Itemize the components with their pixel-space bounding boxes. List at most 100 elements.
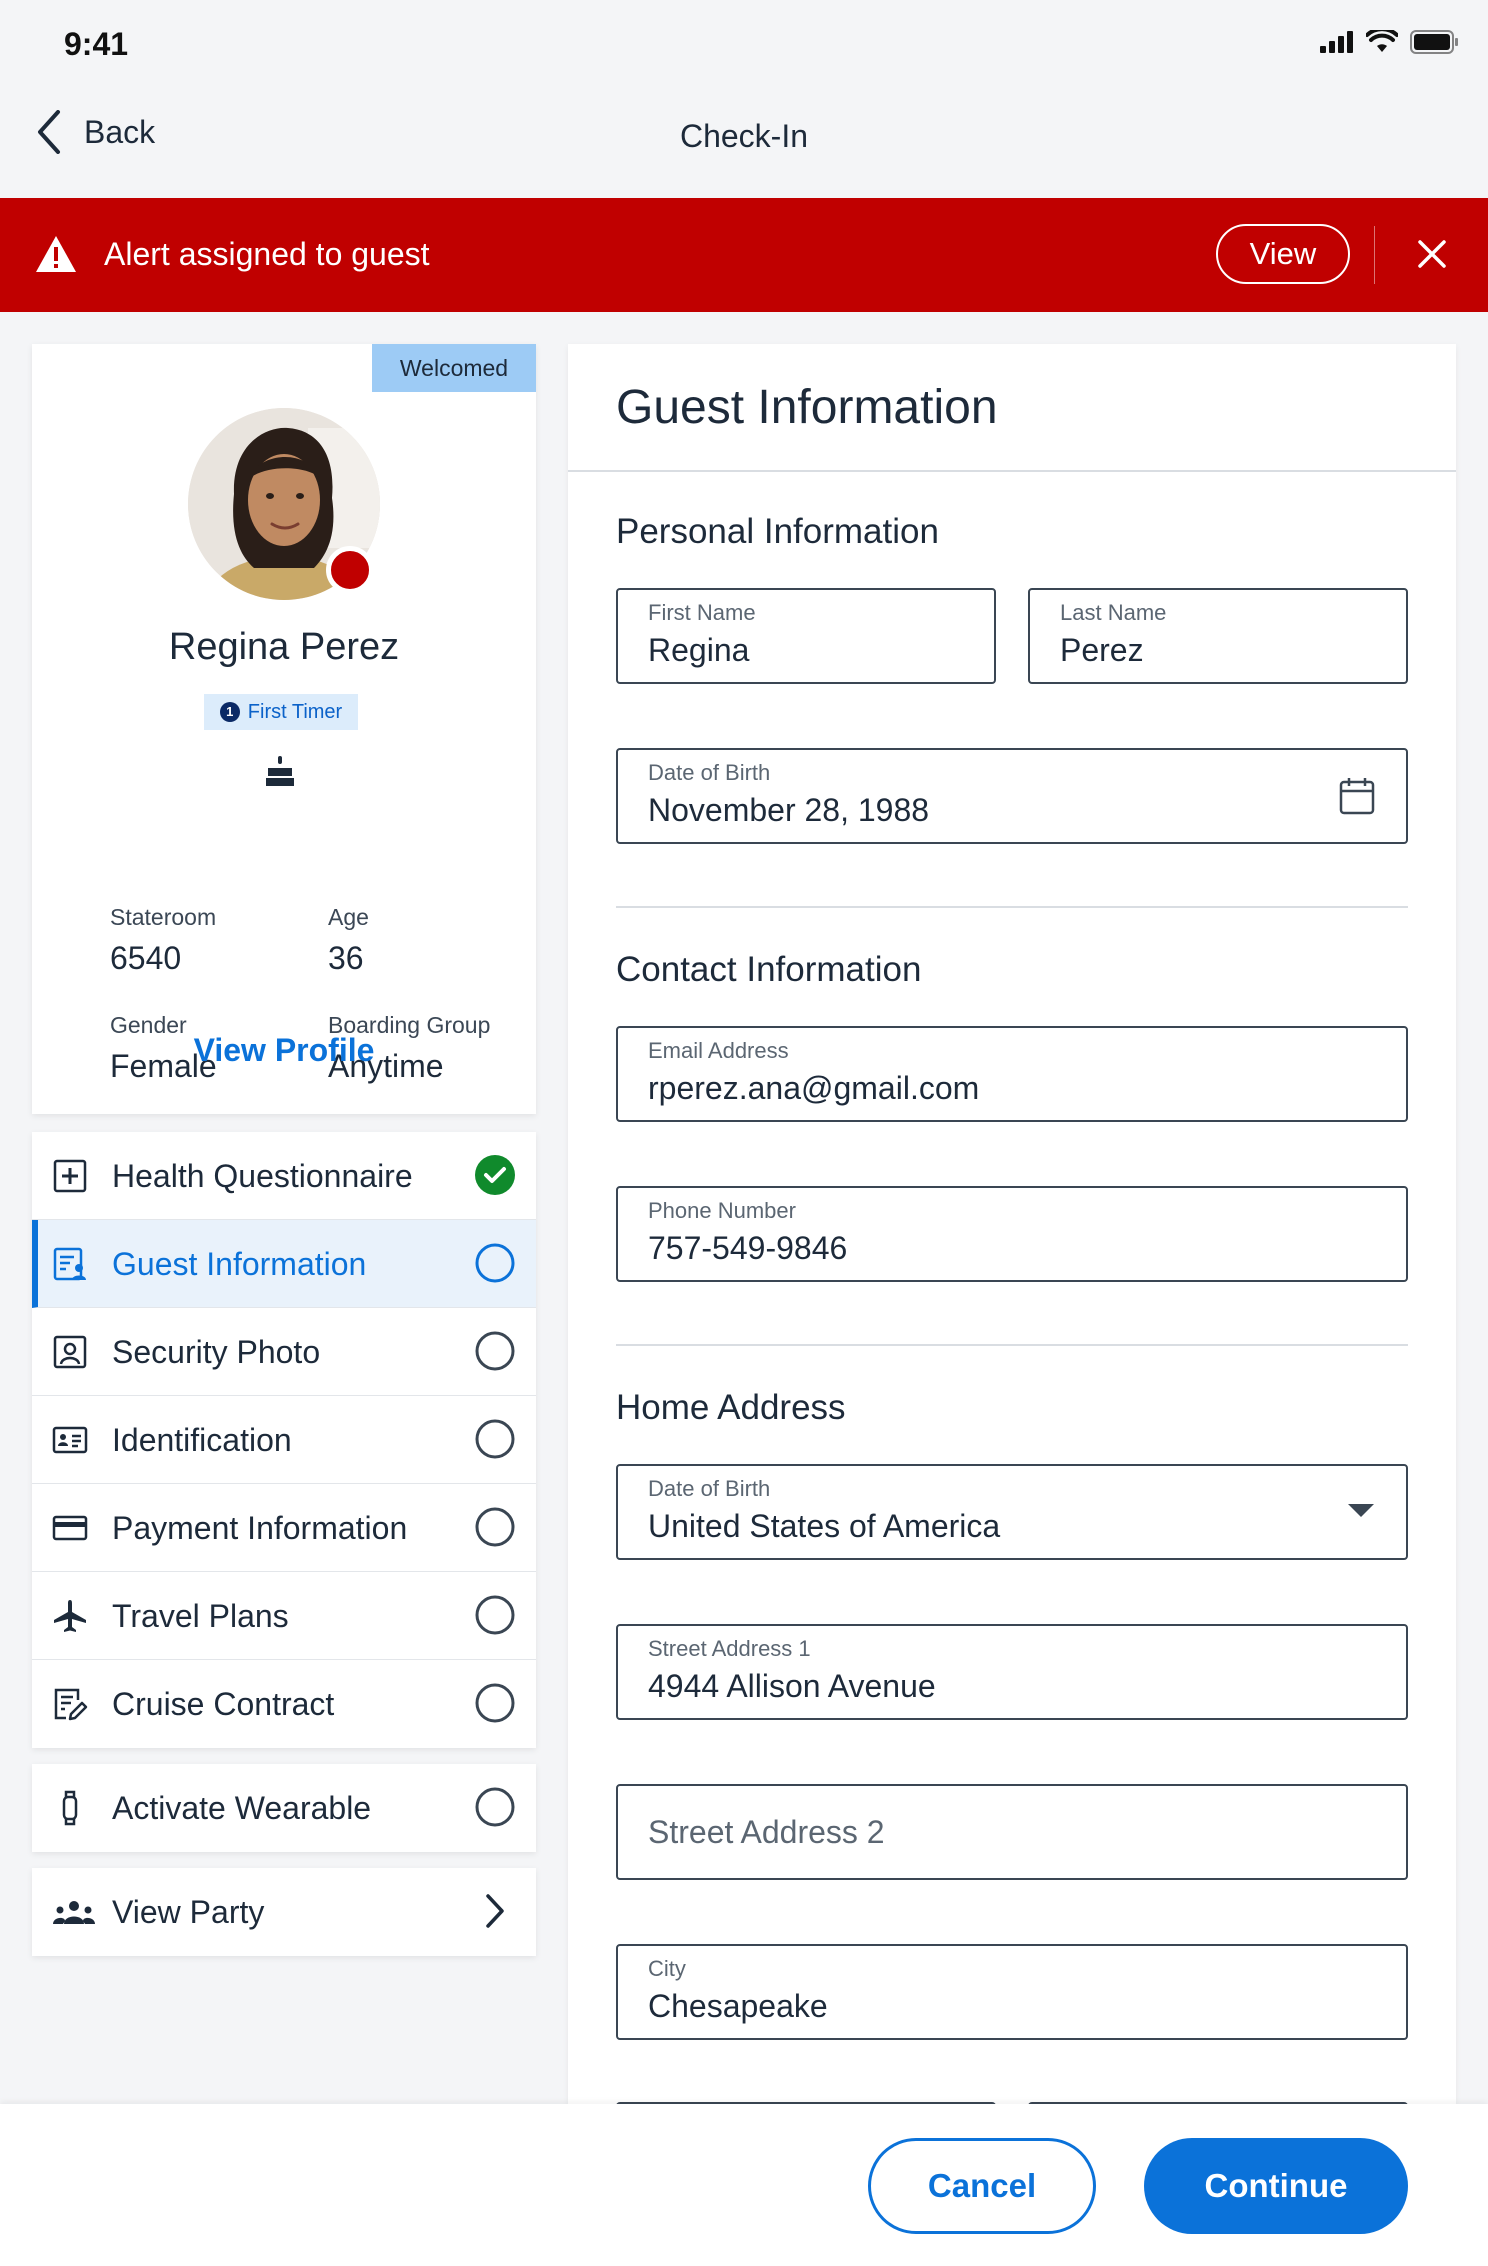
- birthday-cake-icon: [266, 756, 294, 786]
- country-value[interactable]: United States of America: [648, 1508, 1278, 1545]
- step-label: Payment Information: [112, 1510, 408, 1546]
- phone-field[interactable]: Phone Number 757-549-9846: [616, 1186, 1408, 1282]
- airplane-icon: [54, 1600, 86, 1632]
- empty-circle-icon: [475, 1683, 515, 1723]
- divider: [568, 470, 1456, 472]
- guest-information-form: Guest Information Personal Information F…: [568, 344, 1456, 2104]
- city-label: City: [648, 1956, 686, 1981]
- step-payment-information[interactable]: Payment Information: [32, 1484, 536, 1572]
- first-name-label: First Name: [648, 600, 756, 625]
- empty-circle-icon: [475, 1331, 515, 1371]
- id-card-icon: [52, 1426, 88, 1454]
- age-value: 36: [328, 940, 364, 976]
- city-field[interactable]: City Chesapeake: [616, 1944, 1408, 2040]
- step-travel-plans[interactable]: Travel Plans: [32, 1572, 536, 1660]
- step-label: Cruise Contract: [112, 1686, 335, 1722]
- alert-status-dot: [326, 546, 374, 594]
- stateroom-label: Stateroom: [110, 904, 217, 930]
- first-timer-label: First Timer: [247, 700, 343, 723]
- country-label: Date of Birth: [648, 1476, 771, 1501]
- check-circle-icon: [475, 1155, 515, 1195]
- activate-wearable-card[interactable]: Activate Wearable: [32, 1764, 536, 1852]
- activate-wearable-label: Activate Wearable: [112, 1790, 372, 1826]
- empty-circle-icon: [475, 1507, 515, 1547]
- phone-value[interactable]: 757-549-9846: [648, 1230, 1278, 1267]
- status-icons: [1320, 30, 1458, 54]
- first-name-value[interactable]: Regina: [648, 632, 949, 669]
- credit-card-icon: [52, 1515, 88, 1541]
- email-value[interactable]: rperez.ana@gmail.com: [648, 1070, 1278, 1107]
- guest-info-icon: [53, 1247, 86, 1281]
- wearable-icon: [62, 1790, 78, 1826]
- step-label: Identification: [112, 1422, 292, 1458]
- medical-plus-icon: [53, 1159, 87, 1193]
- battery-icon: [1410, 30, 1458, 54]
- date-of-birth-value[interactable]: November 28, 1988: [648, 792, 1278, 829]
- step-health-questionnaire[interactable]: Health Questionnaire: [32, 1132, 536, 1220]
- alert-banner: Alert assigned to guest View: [0, 198, 1488, 312]
- step-identification[interactable]: Identification: [32, 1396, 536, 1484]
- street-address-1-field[interactable]: Street Address 1 4944 Allison Avenue: [616, 1624, 1408, 1720]
- email-field[interactable]: Email Address rperez.ana@gmail.com: [616, 1026, 1408, 1122]
- empty-circle-icon: [475, 1787, 515, 1827]
- view-profile-link[interactable]: View Profile: [32, 1032, 536, 1069]
- step-label: Security Photo: [112, 1334, 321, 1370]
- country-select[interactable]: Date of Birth United States of America: [616, 1464, 1408, 1560]
- personal-information-heading: Personal Information: [616, 512, 939, 551]
- cancel-button[interactable]: Cancel: [868, 2138, 1096, 2234]
- step-label: Travel Plans: [112, 1598, 289, 1634]
- calendar-icon[interactable]: [1338, 776, 1376, 816]
- last-name-field[interactable]: Last Name Perez: [1028, 588, 1408, 684]
- page-title: Check-In: [679, 118, 809, 154]
- street-address-1-value[interactable]: 4944 Allison Avenue: [648, 1668, 1278, 1705]
- last-name-value[interactable]: Perez: [1060, 632, 1361, 669]
- group-icon: [53, 1901, 95, 1924]
- wifi-icon: [1366, 30, 1398, 52]
- form-title: Guest Information: [616, 381, 998, 434]
- date-of-birth-field[interactable]: Date of Birth November 28, 1988: [616, 748, 1408, 844]
- empty-circle-icon: [475, 1419, 515, 1459]
- view-party-label: View Party: [112, 1894, 265, 1930]
- bottom-action-bar: Cancel Continue: [0, 2104, 1488, 2266]
- portrait-icon: [53, 1335, 87, 1369]
- street-address-1-label: Street Address 1: [648, 1636, 811, 1661]
- step-cruise-contract[interactable]: Cruise Contract: [32, 1660, 536, 1748]
- info-number-icon: 1: [219, 702, 240, 722]
- status-bar: 9:41: [0, 0, 1488, 80]
- view-party-card[interactable]: View Party: [32, 1868, 536, 1956]
- first-timer-tag: 1 First Timer: [204, 694, 358, 730]
- last-name-label: Last Name: [1060, 600, 1167, 625]
- guest-name: Regina Perez: [168, 626, 400, 668]
- close-icon[interactable]: [1412, 234, 1452, 274]
- contract-icon: [54, 1688, 88, 1721]
- empty-circle-icon: [475, 1243, 515, 1283]
- divider: [616, 1344, 1408, 1346]
- welcomed-badge: Welcomed: [372, 344, 536, 392]
- city-value[interactable]: Chesapeake: [648, 1988, 1278, 2025]
- step-label: Guest Information: [112, 1246, 367, 1282]
- street-address-2-field[interactable]: Street Address 2: [616, 1784, 1408, 1880]
- step-guest-information[interactable]: Guest Information: [32, 1220, 536, 1308]
- dropdown-caret-icon[interactable]: [1346, 1502, 1376, 1520]
- street-address-2-placeholder: Street Address 2: [648, 1814, 885, 1850]
- alert-message: Alert assigned to guest: [104, 236, 430, 272]
- continue-button[interactable]: Continue: [1144, 2138, 1408, 2234]
- alert-view-button[interactable]: View: [1216, 224, 1350, 284]
- phone-label: Phone Number: [648, 1198, 796, 1223]
- step-security-photo[interactable]: Security Photo: [32, 1308, 536, 1396]
- guest-profile-card: Welcomed Regina Perez 1 First Timer Stat…: [32, 344, 536, 1114]
- check-in-steps: Health Questionnaire Guest Information S…: [32, 1132, 536, 1748]
- divider: [616, 906, 1408, 908]
- date-of-birth-label: Date of Birth: [648, 760, 771, 785]
- stateroom-value: 6540: [110, 940, 182, 976]
- cellular-signal-icon: [1320, 31, 1353, 53]
- status-time: 9:41: [64, 26, 129, 62]
- email-label: Email Address: [648, 1038, 789, 1063]
- contact-information-heading: Contact Information: [616, 950, 922, 989]
- home-address-heading: Home Address: [616, 1388, 846, 1427]
- empty-circle-icon: [475, 1595, 515, 1635]
- age-label: Age: [328, 904, 369, 930]
- navigation-bar: Back Check-In: [0, 80, 1488, 198]
- alert-divider: [1374, 226, 1375, 284]
- first-name-field[interactable]: First Name Regina: [616, 588, 996, 684]
